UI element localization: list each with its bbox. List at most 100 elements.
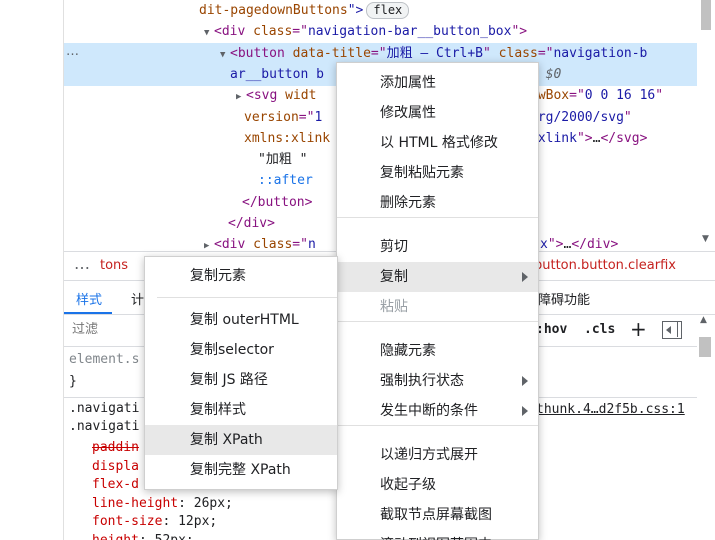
- css-property-name[interactable]: displa: [92, 459, 139, 474]
- breadcrumb-item[interactable]: tons: [100, 258, 128, 273]
- css-property-name[interactable]: font-size: [92, 514, 162, 529]
- left-gutter: [0, 0, 64, 540]
- stylesheet-source-link[interactable]: thunk.4…d2f5b.css:1: [536, 402, 685, 417]
- new-style-rule-button[interactable]: +: [630, 317, 647, 341]
- tree-token: ">: [576, 130, 593, 146]
- tree-node-line[interactable]: ::after: [248, 170, 313, 192]
- css-property-value[interactable]: 12px;: [178, 514, 217, 529]
- tree-token: ">: [511, 24, 528, 40]
- menu-item-expand-recursively[interactable]: 以递归方式展开: [337, 440, 538, 470]
- menu-item-label: 复制粘贴元素: [380, 165, 464, 181]
- tree-node-line[interactable]: dit-pagedownButtons"> flex: [189, 0, 410, 22]
- tree-node-line[interactable]: version="1: [234, 107, 322, 129]
- tree-token: ar__button b: [230, 66, 324, 82]
- menu-item-label: 截取节点屏幕截图: [380, 507, 492, 523]
- breadcrumb-item-current[interactable]: button.button.clearfix: [534, 258, 676, 273]
- tree-token: ": [655, 88, 664, 104]
- css-property[interactable]: displa: [92, 458, 139, 476]
- rule-selector[interactable]: .navigati: [69, 400, 139, 418]
- menu-item-label: 剪切: [380, 239, 408, 255]
- tree-node-line[interactable]: ▶ <svg widt: [236, 85, 316, 107]
- menu-item-scroll-into-view[interactable]: 滚动到视图范围内: [337, 530, 538, 540]
- menu-item-add-attribute[interactable]: 添加属性: [337, 68, 538, 98]
- menu-item-edit-as-html[interactable]: 以 HTML 格式修改: [337, 128, 538, 158]
- tree-token: ::after: [258, 173, 313, 189]
- menu-item-duplicate-element[interactable]: 复制粘贴元素: [337, 158, 538, 188]
- menu-item-capture-node-screenshot[interactable]: 截取节点屏幕截图: [337, 500, 538, 530]
- menu-item-label: 强制执行状态: [380, 373, 464, 389]
- tab-styles[interactable]: 样式: [76, 289, 102, 308]
- tree-node-line[interactable]: xmlns:xlink: [234, 128, 330, 150]
- menu-item-label: 添加属性: [380, 75, 436, 91]
- elements-scrollbar[interactable]: [697, 0, 715, 250]
- menu-separator: [337, 425, 538, 426]
- menu-item-copy-xpath[interactable]: 复制 XPath: [145, 425, 337, 455]
- tab-computed[interactable]: 计: [131, 289, 144, 308]
- collapse-triangle-icon[interactable]: ▼: [220, 44, 230, 66]
- expand-triangle-icon[interactable]: ▶: [204, 235, 214, 250]
- tree-node-line[interactable]: </button>: [232, 192, 312, 214]
- tree-node-line-tail: org/2000/svg": [530, 107, 632, 129]
- css-property[interactable]: line-height: 26px;: [92, 495, 233, 513]
- cls-toggle-button[interactable]: .cls: [584, 322, 615, 337]
- menu-item-copy-full-xpath[interactable]: 复制完整 XPath: [145, 455, 337, 485]
- css-property[interactable]: height: 52px;: [92, 532, 194, 540]
- css-property[interactable]: paddin: [92, 439, 139, 457]
- flex-badge[interactable]: flex: [366, 2, 410, 19]
- menu-item-break-on[interactable]: 发生中断的条件: [337, 396, 538, 426]
- tree-token: =": [569, 88, 585, 104]
- menu-item-copy-selector[interactable]: 复制selector: [145, 335, 337, 365]
- css-property-name[interactable]: height: [92, 533, 139, 540]
- tree-token: navigation-bar__button_box: [307, 24, 512, 40]
- menu-item-cut[interactable]: 剪切: [337, 232, 538, 262]
- tree-node-line-tail: x">…</div>: [540, 234, 618, 250]
- tree-token: <svg: [246, 88, 286, 104]
- tree-node-line[interactable]: ▶ <div class="n: [204, 234, 316, 250]
- menu-item-label: 复制 XPath: [190, 432, 263, 448]
- css-property[interactable]: flex-d: [92, 476, 139, 494]
- menu-item-collapse-children[interactable]: 收起子级: [337, 470, 538, 500]
- tree-node-line[interactable]: ▼ <div class="navigation-bar__button_box"…: [204, 21, 527, 43]
- menu-item-copy-styles[interactable]: 复制样式: [145, 395, 337, 425]
- breadcrumb-more-icon[interactable]: …: [74, 254, 90, 273]
- rule-selector[interactable]: .navigati: [69, 418, 139, 436]
- toggle-sidebar-icon[interactable]: [662, 321, 682, 339]
- menu-item-copy-js-path[interactable]: 复制 JS 路径: [145, 365, 337, 395]
- menu-item-copy-outerhtml[interactable]: 复制 outerHTML: [145, 305, 337, 335]
- hov-toggle-button[interactable]: :hov: [536, 322, 567, 337]
- css-property-value[interactable]: 26px;: [194, 496, 233, 511]
- menu-item-copy-element[interactable]: 复制元素: [145, 261, 337, 291]
- scroll-down-arrow-icon[interactable]: ▼: [702, 234, 709, 244]
- submenu-arrow-icon: [522, 376, 528, 386]
- css-property-name[interactable]: line-height: [92, 496, 178, 511]
- styles-scrollbar[interactable]: ▲: [697, 315, 715, 540]
- menu-item-force-state[interactable]: 强制执行状态: [337, 366, 538, 396]
- scroll-up-arrow-icon[interactable]: ▲: [700, 315, 707, 325]
- menu-item-label: 复制: [380, 269, 408, 285]
- collapse-triangle-icon[interactable]: ▼: [204, 22, 214, 44]
- active-tab-indicator: [64, 312, 112, 314]
- css-property-value[interactable]: 52px;: [155, 533, 194, 540]
- tree-node-line[interactable]: ar__button b: [220, 64, 324, 86]
- tree-token: ">: [347, 3, 364, 18]
- css-property-name[interactable]: paddin: [92, 440, 139, 455]
- menu-item-hide-element[interactable]: 隐藏元素: [337, 336, 538, 366]
- tree-token: 0 0 16 16: [584, 88, 656, 104]
- context-menu: 添加属性修改属性以 HTML 格式修改复制粘贴元素删除元素剪切复制粘贴隐藏元素强…: [336, 62, 539, 540]
- css-property[interactable]: font-size: 12px;: [92, 513, 217, 531]
- copy-submenu: 复制元素复制 outerHTML 复制selector 复制 JS 路径复制样式复制…: [144, 256, 338, 490]
- menu-item-edit-attribute[interactable]: 修改属性: [337, 98, 538, 128]
- menu-item-copy[interactable]: 复制: [337, 262, 538, 292]
- element-style-selector[interactable]: element.s: [69, 351, 139, 369]
- expand-triangle-icon[interactable]: ▶: [236, 86, 246, 108]
- tab-accessibility[interactable]: 障碍功能: [538, 289, 590, 308]
- menu-item-label: 修改属性: [380, 105, 436, 121]
- menu-item-label: 复制样式: [190, 402, 246, 418]
- menu-item-label: 复制元素: [190, 268, 246, 284]
- tree-node-line[interactable]: "加粗 ": [248, 149, 307, 171]
- css-property-name[interactable]: flex-d: [92, 477, 139, 492]
- tree-node-line[interactable]: </div>: [218, 213, 275, 235]
- menu-item-delete-element[interactable]: 删除元素: [337, 188, 538, 218]
- menu-item-paste[interactable]: 粘贴: [337, 292, 538, 322]
- tree-token: </div>: [571, 237, 619, 250]
